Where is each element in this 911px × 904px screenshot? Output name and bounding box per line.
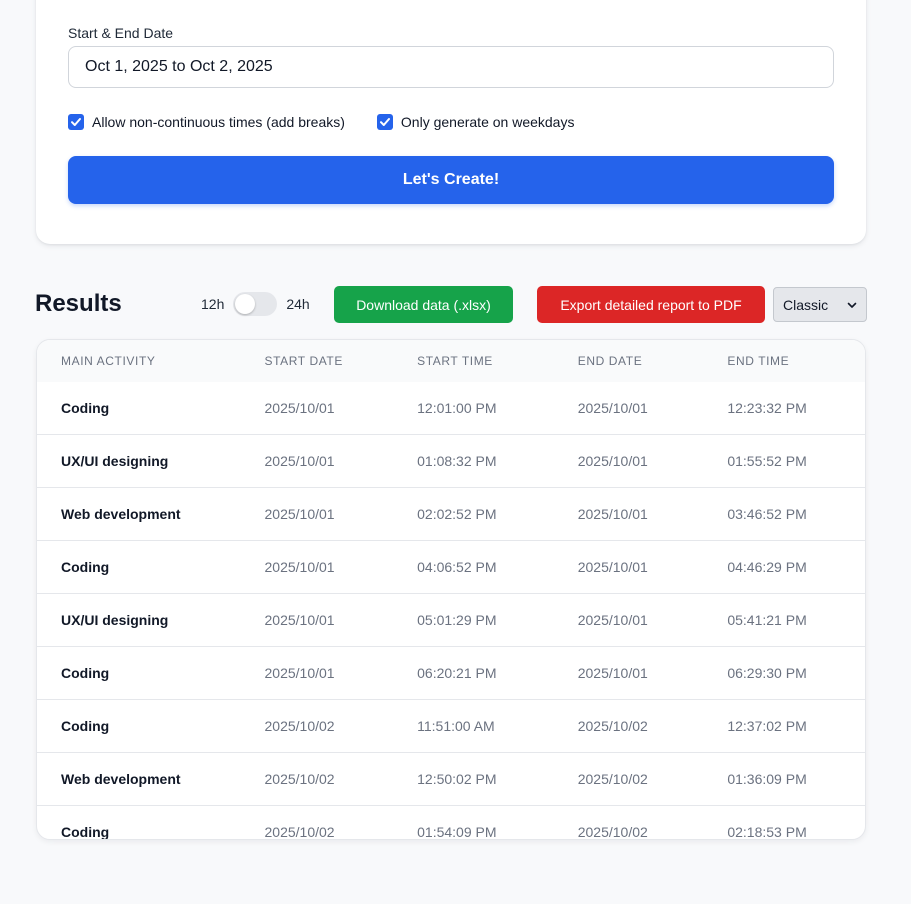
cell-end-date: 2025/10/01 (577, 559, 648, 575)
cell-end-date: 2025/10/01 (577, 506, 648, 522)
cell-start-date: 2025/10/01 (264, 612, 335, 628)
cell-end-date: 2025/10/02 (577, 824, 648, 840)
table-row: Coding 2025/10/02 11:51:00 AM 2025/10/02… (37, 700, 865, 753)
cell-start-time: 04:06:52 PM (417, 559, 497, 575)
cell-start-time: 01:54:09 PM (417, 824, 497, 840)
cell-start-time: 12:01:00 PM (417, 400, 497, 416)
toggle-12h-label: 12h (201, 296, 225, 312)
theme-select[interactable]: Classic (773, 287, 867, 322)
time-format-toggle-group: 12h 24h (201, 292, 310, 316)
cell-end-time: 06:29:30 PM (727, 665, 807, 681)
cell-end-time: 01:55:52 PM (727, 453, 807, 469)
cell-end-time: 02:18:53 PM (727, 824, 807, 840)
weekdays-checkbox[interactable] (376, 114, 393, 130)
cell-start-date: 2025/10/02 (264, 824, 335, 840)
cell-start-date: 2025/10/01 (264, 559, 335, 575)
cell-start-time: 02:02:52 PM (417, 506, 497, 522)
date-range-value: Oct 1, 2025 to Oct 2, 2025 (85, 58, 273, 75)
toggle-knob (235, 294, 256, 314)
results-title: Results (35, 290, 122, 317)
cell-start-time: 05:01:29 PM (417, 612, 497, 628)
cell-end-date: 2025/10/01 (577, 665, 648, 681)
cell-end-date: 2025/10/01 (577, 453, 648, 469)
cell-start-date: 2025/10/01 (264, 453, 335, 469)
cell-end-time: 12:37:02 PM (727, 718, 807, 734)
weekdays-checkbox-label[interactable]: Only generate on weekdays (401, 114, 575, 130)
header-start-time: Start Time (417, 354, 493, 368)
cell-activity: UX/UI designing (61, 453, 169, 469)
results-table: Main Activity Start Date Start Time End … (36, 339, 866, 840)
cell-start-date: 2025/10/01 (264, 506, 335, 522)
cell-activity: Web development (61, 506, 181, 522)
download-xlsx-button[interactable]: Download data (.xlsx) (334, 286, 513, 323)
table-row: Coding 2025/10/01 04:06:52 PM 2025/10/01… (37, 541, 865, 594)
options-row: Allow non-continuous times (add breaks) … (68, 114, 574, 130)
create-button[interactable]: Let's Create! (68, 156, 834, 204)
header-start-date: Start Date (264, 354, 343, 368)
cell-activity: Coding (61, 665, 110, 681)
checkmark-icon (379, 118, 390, 126)
page: Start & End Date Oct 1, 2025 to Oct 2, 2… (0, 0, 911, 904)
date-range-label: Start & End Date (68, 25, 174, 41)
cell-end-time: 05:41:21 PM (727, 612, 807, 628)
checkmark-icon (71, 118, 81, 126)
table-row: Web development 2025/10/02 12:50:02 PM 2… (37, 753, 865, 806)
cell-start-time: 06:20:21 PM (417, 665, 497, 681)
cell-start-time: 11:51:00 AM (417, 718, 495, 734)
toggle-24h-label: 24h (286, 296, 310, 312)
table-row: Coding 2025/10/01 06:20:21 PM 2025/10/01… (37, 647, 865, 700)
cell-activity: Coding (61, 718, 110, 734)
cell-end-date: 2025/10/02 (577, 718, 648, 734)
cell-end-date: 2025/10/01 (577, 612, 648, 628)
chevron-down-icon (847, 302, 857, 308)
cell-start-date: 2025/10/01 (264, 400, 335, 416)
header-main-activity: Main Activity (61, 354, 156, 368)
cell-end-date: 2025/10/01 (577, 400, 648, 416)
cell-activity: Coding (61, 824, 110, 840)
breaks-checkbox-label[interactable]: Allow non-continuous times (add breaks) (92, 114, 345, 130)
cell-activity: Coding (61, 400, 110, 416)
table-header: Main Activity Start Date Start Time End … (37, 340, 865, 382)
cell-activity: Web development (61, 771, 181, 787)
cell-start-date: 2025/10/02 (264, 718, 335, 734)
cell-activity: Coding (61, 559, 110, 575)
cell-start-time: 12:50:02 PM (417, 771, 497, 787)
cell-end-time: 04:46:29 PM (727, 559, 807, 575)
cell-start-date: 2025/10/01 (264, 665, 335, 681)
time-format-toggle[interactable] (233, 292, 278, 316)
cell-end-time: 03:46:52 PM (727, 506, 807, 522)
date-range-input[interactable]: Oct 1, 2025 to Oct 2, 2025 (68, 46, 834, 88)
header-end-date: End Date (577, 354, 643, 368)
table-row: Web development 2025/10/01 02:02:52 PM 2… (37, 488, 865, 541)
cell-activity: UX/UI designing (61, 612, 169, 628)
table-row: Coding 2025/10/02 01:54:09 PM 2025/10/02… (37, 806, 865, 840)
cell-end-time: 12:23:32 PM (727, 400, 807, 416)
cell-start-date: 2025/10/02 (264, 771, 335, 787)
cell-end-time: 01:36:09 PM (727, 771, 807, 787)
table-row: Coding 2025/10/01 12:01:00 PM 2025/10/01… (37, 382, 865, 435)
cell-end-date: 2025/10/02 (577, 771, 648, 787)
generator-form-card: Start & End Date Oct 1, 2025 to Oct 2, 2… (36, 0, 866, 244)
header-end-time: End Time (727, 354, 790, 368)
breaks-checkbox[interactable] (68, 114, 84, 130)
export-pdf-button[interactable]: Export detailed report to PDF (537, 286, 765, 323)
table-row: UX/UI designing 2025/10/01 01:08:32 PM 2… (37, 435, 865, 488)
theme-select-value: Classic (783, 296, 829, 313)
cell-start-time: 01:08:32 PM (417, 453, 497, 469)
table-row: UX/UI designing 2025/10/01 05:01:29 PM 2… (37, 594, 865, 647)
